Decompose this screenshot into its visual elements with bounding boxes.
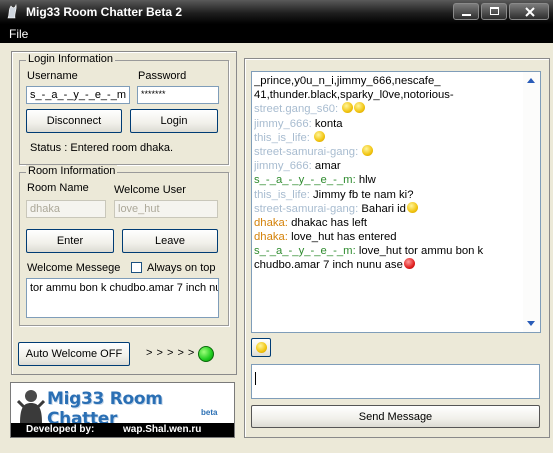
chat-log[interactable]: _prince,y0u_n_i,jimmy_666,nescafe_ 41,thu… xyxy=(251,71,541,333)
chat-line: jimmy_666: amar xyxy=(254,159,522,173)
chat-line: 41,thunder.black,sparky_l0ve,notorious- xyxy=(254,88,522,102)
chat-sender: street-samurai-gang: xyxy=(254,202,359,215)
send-message-button[interactable]: Send Message xyxy=(251,405,540,428)
scroll-up-icon[interactable] xyxy=(527,78,535,83)
room-group-title: Room Information xyxy=(26,165,118,177)
chat-text: 41,thunder.black,sparky_l0ve,notorious- xyxy=(254,89,454,102)
minimize-icon xyxy=(462,14,471,16)
chat-sender: this_is_life: xyxy=(254,188,310,201)
developer-site: wap.Shal.wen.ru xyxy=(123,424,202,435)
chat-sender: street.gang_s60: xyxy=(254,103,339,116)
chat-scrollbar[interactable] xyxy=(523,72,540,332)
status-indicator-icon xyxy=(198,346,214,362)
login-button[interactable]: Login xyxy=(130,109,218,133)
chat-line: _prince,y0u_n_i,jimmy_666,nescafe_ xyxy=(254,74,522,88)
window-title: Mig33 Room Chatter Beta 2 xyxy=(26,5,183,19)
logo-credits-bar: Developed by: wap.Shal.wen.ru xyxy=(11,423,234,437)
password-field[interactable]: ******* xyxy=(137,86,219,104)
chat-sender: street-samurai-gang: xyxy=(254,145,359,158)
chat-line: jimmy_666: konta xyxy=(254,117,522,131)
chat-line: s_-_a_-_y_-_e_-_m: hlw xyxy=(254,173,522,187)
chat-line: street-samurai-gang: Bahari id xyxy=(254,201,522,216)
always-on-top-checkbox[interactable] xyxy=(131,262,142,273)
chat-sender: s_-_a_-_y_-_e_-_m: xyxy=(254,245,356,258)
disconnect-button[interactable]: Disconnect xyxy=(26,109,122,133)
menu-bar: File xyxy=(0,24,553,43)
chat-line: dhaka: love_hut has entered xyxy=(254,230,522,244)
text-cursor xyxy=(255,372,256,385)
chat-text: _prince,y0u_n_i,jimmy_666,nescafe_ xyxy=(254,75,441,87)
chat-sender: s_-_a_-_y_-_e_-_m: xyxy=(254,174,356,187)
room-name-field[interactable]: dhaka xyxy=(26,200,106,218)
chat-lines: _prince,y0u_n_i,jimmy_666,nescafe_ 41,thu… xyxy=(254,74,522,330)
login-status: Status : Entered room dhaka. xyxy=(30,142,174,154)
maximize-icon xyxy=(490,7,499,15)
welcome-message-box[interactable]: tor ammu bon k chudbo.amar 7 inch nu xyxy=(26,278,219,318)
auto-welcome-arrows: > > > > > xyxy=(146,347,195,359)
chat-line: dhaka: dhakac has left xyxy=(254,216,522,230)
chat-text: dhakac has left xyxy=(291,216,368,229)
welcome-user-label: Welcome User xyxy=(114,184,186,196)
smile-emoticon-icon xyxy=(342,102,354,114)
chat-line: s_-_a_-_y_-_e_-_m: love_hut tor ammu bon… xyxy=(254,244,522,258)
chat-text: love_hut tor ammu bon k xyxy=(358,245,484,258)
username-label: Username xyxy=(27,70,78,82)
username-field[interactable]: s_-_a_-_y_-_e_-_m xyxy=(26,86,130,104)
login-group-title: Login Information xyxy=(26,53,115,65)
scroll-down-icon[interactable] xyxy=(527,321,535,326)
angry-emoticon-icon xyxy=(403,258,415,270)
maximize-button[interactable] xyxy=(481,3,507,20)
chat-sender: this_is_life: xyxy=(254,131,310,144)
chat-line: chudbo.amar 7 inch nunu ase xyxy=(254,258,522,272)
chat-sender: jimmy_666: xyxy=(254,117,312,130)
developed-by-label: Developed by: xyxy=(26,424,95,435)
password-label: Password xyxy=(138,70,187,82)
chat-text: konta xyxy=(314,117,343,130)
chat-text: Jimmy fb te nam ki? xyxy=(313,188,414,201)
app-logo: Mig33 Room Chatter beta Developed by: wa… xyxy=(10,382,235,438)
logo-beta: beta xyxy=(201,408,218,417)
smile-emoticon-icon xyxy=(314,130,326,142)
enter-button[interactable]: Enter xyxy=(26,229,114,253)
welcome-message-label: Welcome Messege xyxy=(27,262,121,274)
chat-sender: jimmy_666: xyxy=(254,160,312,173)
tongue-emoticon-icon xyxy=(362,144,374,156)
chat-sender: dhaka: xyxy=(254,231,288,244)
chat-line: street.gang_s60: xyxy=(254,102,522,116)
welcome-user-field[interactable]: love_hut xyxy=(114,200,218,218)
app-icon xyxy=(7,4,17,19)
tongue-emoticon-icon xyxy=(406,201,418,213)
minimize-button[interactable] xyxy=(453,3,479,20)
menu-file[interactable]: File xyxy=(9,27,28,41)
always-on-top-label: Always on top xyxy=(147,262,216,274)
chat-text: love_hut has entered xyxy=(291,231,397,244)
close-button[interactable] xyxy=(509,3,549,20)
emoticon-icon xyxy=(256,342,267,353)
chat-text: amar xyxy=(314,160,341,173)
chat-line: street-samurai-gang: xyxy=(254,144,522,159)
chat-line: this_is_life: xyxy=(254,130,522,145)
chat-text: Bahari id xyxy=(361,202,406,215)
title-bar: Mig33 Room Chatter Beta 2 xyxy=(0,0,553,24)
room-name-label: Room Name xyxy=(27,182,89,194)
logo-figure-icon xyxy=(17,390,45,423)
chat-text: chudbo.amar 7 inch nunu ase xyxy=(254,259,403,272)
auto-welcome-button[interactable]: Auto Welcome OFF xyxy=(18,342,130,366)
leave-button[interactable]: Leave xyxy=(122,229,218,253)
message-input[interactable] xyxy=(251,364,540,399)
chat-line: this_is_life: Jimmy fb te nam ki? xyxy=(254,188,522,202)
chat-text: hlw xyxy=(358,174,376,187)
emoticon-button[interactable] xyxy=(251,338,271,357)
smile-emoticon-icon xyxy=(354,102,366,114)
chat-sender: dhaka: xyxy=(254,216,288,229)
welcome-message-text: tor ammu bon k chudbo.amar 7 inch nu xyxy=(30,282,219,294)
close-icon xyxy=(525,7,535,17)
